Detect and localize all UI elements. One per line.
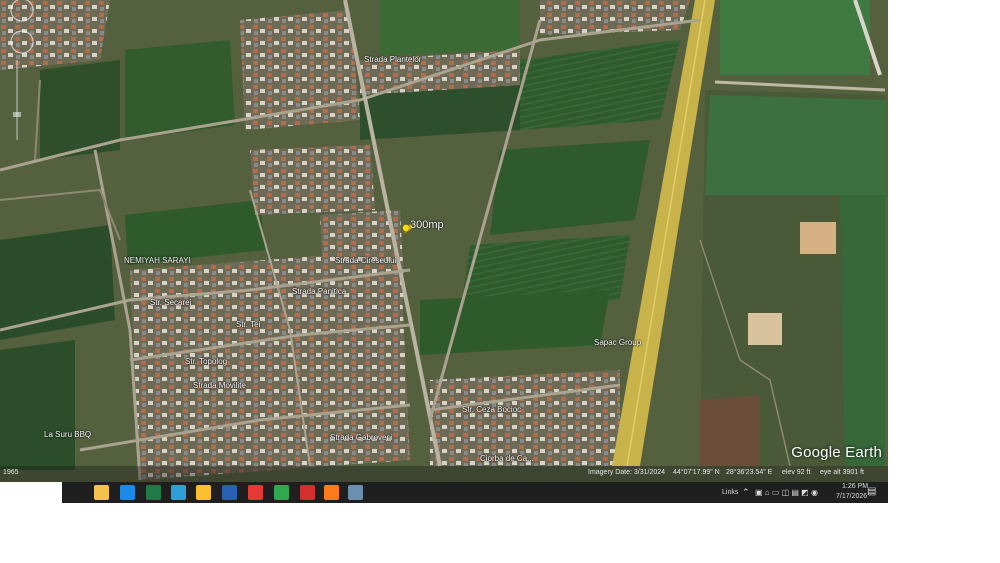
street-label: Str. Topolog [185,357,228,366]
chrome-icon[interactable] [196,485,211,500]
firefox-icon[interactable] [324,485,339,500]
acrobat-icon[interactable] [300,485,315,500]
satellite-map-view[interactable]: 300mp NEMIYAH SARAYI Str. Secarei Str. T… [0,0,888,482]
street-label: Strada Gabroveni [330,433,393,442]
clock-date[interactable]: 7/17/2026 [836,493,867,500]
google-earth-watermark: Google Earth [791,444,882,461]
photo-app-icon[interactable] [171,485,186,500]
chevron-up-icon[interactable]: ⌃ [742,487,750,498]
screen: 300mp NEMIYAH SARAYI Str. Secarei Str. T… [0,0,888,503]
notification-icon[interactable]: ▤ [867,486,876,497]
elevation-readout: elev 92 ft [782,469,811,476]
pin-label: 300mp [410,219,444,231]
street-label: Strada Plantelor [364,55,422,64]
street-label: Str. Tei [236,320,261,329]
street-label: Str. Secarei [150,298,192,307]
green-l-icon[interactable] [274,485,289,500]
navigation-controls[interactable] [0,0,40,140]
eye-altitude-readout: eye alt 3901 ft [820,469,864,476]
blank-region [0,482,62,503]
street-label: Strada Cireseului [335,256,397,265]
satellite-imagery [0,0,888,482]
place-label[interactable]: NEMIYAH SARAYI [124,256,191,265]
street-label: Strada Panitica [292,287,347,296]
latitude-readout: 44°07'17.99" N [673,469,720,476]
longitude-readout: 28°36'23.54" E [726,469,773,476]
folder-icon[interactable] [94,485,109,500]
pdf-icon[interactable] [248,485,263,500]
imagery-date: Imagery Date: 3/31/2024 [588,469,666,476]
tray-icons[interactable]: ▣ ⌂ ▭ ◫ ▤ ◩ ◉ [755,488,818,497]
links-toolbar[interactable]: Links [722,489,738,496]
windows-taskbar: Links ⌃ ▣ ⌂ ▭ ◫ ▤ ◩ ◉ 1:26 PM 7/17/2026 … [62,482,888,503]
place-label[interactable]: Ciorba de Ca... [480,454,534,463]
excel-icon[interactable] [146,485,161,500]
place-label[interactable]: La Suru BBQ [44,430,91,439]
word-icon[interactable] [222,485,237,500]
scale-label: 1965 [3,469,19,476]
street-label: Strada Movilite [193,381,246,390]
place-label[interactable]: Sapac Group [594,338,641,347]
street-label: Str. Ceza Bocioc [462,405,522,414]
google-earth-icon[interactable] [348,485,363,500]
clock-time[interactable]: 1:26 PM [842,483,868,490]
edge-icon[interactable] [120,485,135,500]
